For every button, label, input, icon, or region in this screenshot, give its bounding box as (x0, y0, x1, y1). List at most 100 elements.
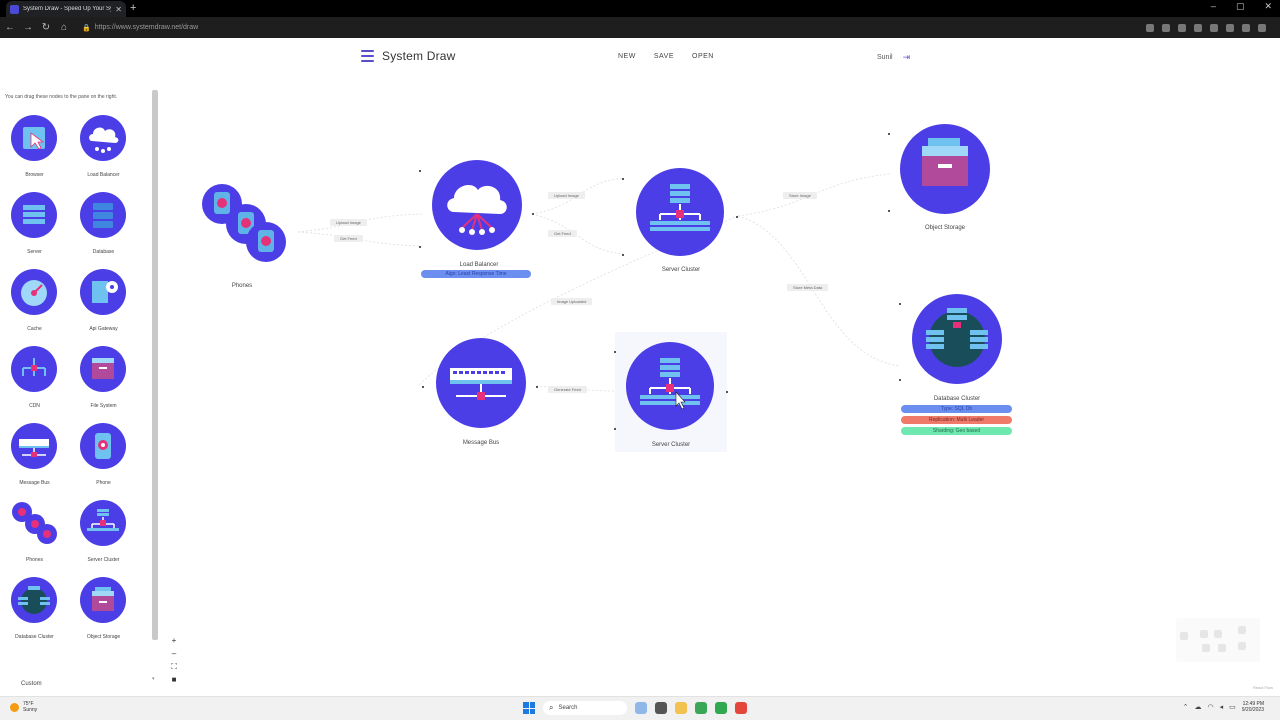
palette-item-message-bus[interactable]: Message Bus (0, 419, 69, 496)
node-handle[interactable] (622, 254, 624, 256)
chevron-up-icon[interactable]: ⌃ (1183, 703, 1189, 711)
weather-widget[interactable]: 75°F Sunny (10, 701, 37, 713)
star-icon[interactable] (1162, 23, 1170, 32)
hamburger-icon[interactable] (361, 50, 374, 62)
palette-item-browser[interactable]: Browser (0, 111, 69, 188)
node-handle[interactable] (614, 351, 616, 353)
chrome-icon[interactable] (695, 702, 707, 714)
wifi-icon[interactable]: ◠ (1208, 703, 1214, 711)
palette-item-server[interactable]: Server (0, 188, 69, 265)
share-icon[interactable] (1146, 23, 1154, 32)
node-handle[interactable] (422, 386, 424, 388)
edge-label[interactable]: Store Meta Data (787, 284, 829, 291)
back-icon[interactable]: ← (2, 22, 18, 33)
forward-icon[interactable]: → (20, 22, 36, 33)
sidebar-scrollbar[interactable] (152, 90, 158, 640)
browser-tab[interactable]: System Draw - Speed Up Your Sy ✕ (6, 1, 126, 17)
windows-start-icon[interactable] (523, 702, 535, 714)
clock[interactable]: 12:49 PM 9/20/2023 (1242, 701, 1264, 713)
sidebar-icon[interactable] (1226, 23, 1234, 32)
tab-close-icon[interactable]: ✕ (115, 5, 122, 14)
zoom-in-button[interactable]: + (170, 636, 178, 646)
save-button[interactable]: SAVE (654, 53, 674, 60)
palette-item-object-storage[interactable]: Object Storage (69, 573, 138, 650)
speaker-icon[interactable]: ◂ (1220, 703, 1224, 711)
app-icon[interactable] (735, 702, 747, 714)
extension-icon[interactable] (1178, 23, 1186, 32)
server-cluster-node-selected[interactable]: Server Cluster (615, 332, 727, 452)
palette-item-cache[interactable]: Cache (0, 265, 69, 342)
profile-icon[interactable] (1242, 23, 1250, 32)
server-icon (11, 192, 57, 238)
address-bar: ← → ↻ ⌂ 🔒 https://www.systemdraw.net/dra… (0, 17, 1280, 38)
node-handle[interactable] (419, 170, 421, 172)
app-icon[interactable] (715, 702, 727, 714)
palette-item-server-cluster[interactable]: Server Cluster (69, 496, 138, 573)
node-label: Message Bus (462, 440, 500, 446)
edge-label[interactable]: Image Uploaded (551, 298, 593, 305)
url-field[interactable]: 🔒 https://www.systemdraw.net/draw (82, 20, 1122, 35)
minimap[interactable] (1176, 618, 1260, 662)
lock-button[interactable]: ■ (170, 675, 178, 685)
palette-item-database[interactable]: Database (69, 188, 138, 265)
copilot-icon[interactable] (635, 702, 647, 714)
maximize-icon[interactable]: ▢ (1236, 1, 1245, 12)
node-handle[interactable] (726, 391, 728, 393)
palette-item-phones[interactable]: Phones (0, 496, 69, 573)
custom-section[interactable]: Custom (21, 681, 42, 687)
node-handle[interactable] (899, 303, 901, 305)
taskbar-search[interactable]: ⌕ Search (543, 701, 627, 715)
battery-icon[interactable]: ▭ (1229, 703, 1236, 711)
palette-item-cdn[interactable]: CDN (0, 342, 69, 419)
phone-icon (80, 423, 126, 469)
node-handle[interactable] (532, 213, 534, 215)
edge-label[interactable]: Upload Image (330, 219, 367, 226)
node-handle[interactable] (419, 246, 421, 248)
app-name: System Draw (382, 49, 456, 63)
palette-item-api-gateway[interactable]: Api Gateway (69, 265, 138, 342)
open-button[interactable]: OPEN (692, 53, 714, 60)
minimize-icon[interactable]: – (1211, 1, 1216, 12)
object-storage-node[interactable]: Object Storage (895, 124, 995, 234)
extension-icon[interactable] (1194, 23, 1202, 32)
zoom-out-button[interactable]: – (170, 649, 178, 659)
user-area: Sunil ⇥ (877, 52, 910, 63)
node-handle[interactable] (622, 178, 624, 180)
database-cluster-node[interactable]: Database Cluster Type: SQL Db Replicatio… (900, 294, 1015, 439)
palette-item-load-balancer[interactable]: Load Balancer (69, 111, 138, 188)
phones-node[interactable]: Phones (198, 182, 298, 292)
message-bus-node[interactable]: Message Bus (430, 338, 540, 450)
file-explorer-icon[interactable] (675, 702, 687, 714)
edge-label[interactable]: Get Feed (334, 235, 363, 242)
diagram-canvas[interactable]: Upload Image Get Feed Upload Image Get F… (160, 86, 1280, 692)
edge-label[interactable]: Generate Feed (548, 386, 587, 393)
reload-icon[interactable]: ↻ (38, 22, 54, 33)
edge-label[interactable]: Get Feed (548, 230, 577, 237)
node-handle[interactable] (888, 210, 890, 212)
new-tab-button[interactable]: + (130, 1, 136, 15)
puzzle-icon[interactable] (1210, 23, 1218, 32)
close-icon[interactable]: ✕ (1264, 1, 1272, 12)
palette-item-database-cluster[interactable]: Database Cluster (0, 573, 69, 650)
new-button[interactable]: NEW (618, 53, 636, 60)
logout-icon[interactable]: ⇥ (903, 52, 911, 63)
kebab-menu-icon[interactable] (1258, 23, 1266, 32)
cloud-icon[interactable]: ☁ (1195, 703, 1202, 711)
node-handle[interactable] (899, 379, 901, 381)
app-header: System Draw NEW SAVE OPEN Sunil ⇥ (0, 38, 1280, 84)
task-view-icon[interactable] (655, 702, 667, 714)
palette-item-phone[interactable]: Phone (69, 419, 138, 496)
edge-label[interactable]: Upload Image (548, 192, 585, 199)
fit-view-button[interactable]: ⛶ (170, 662, 178, 672)
react-flow-attribution[interactable]: React Flow (1253, 685, 1273, 690)
node-handle[interactable] (614, 428, 616, 430)
edge-label[interactable]: Store Image (783, 192, 817, 199)
node-handle[interactable] (536, 386, 538, 388)
node-handle[interactable] (736, 216, 738, 218)
home-icon[interactable]: ⌂ (56, 22, 72, 33)
server-cluster-node[interactable]: Server Cluster (626, 168, 736, 278)
load-balancer-node[interactable]: Load Balancer Algo: Least Response Time (421, 158, 537, 282)
palette-item-file-system[interactable]: File System (69, 342, 138, 419)
scroll-down-icon[interactable]: ▾ (152, 676, 155, 682)
node-handle[interactable] (888, 133, 890, 135)
